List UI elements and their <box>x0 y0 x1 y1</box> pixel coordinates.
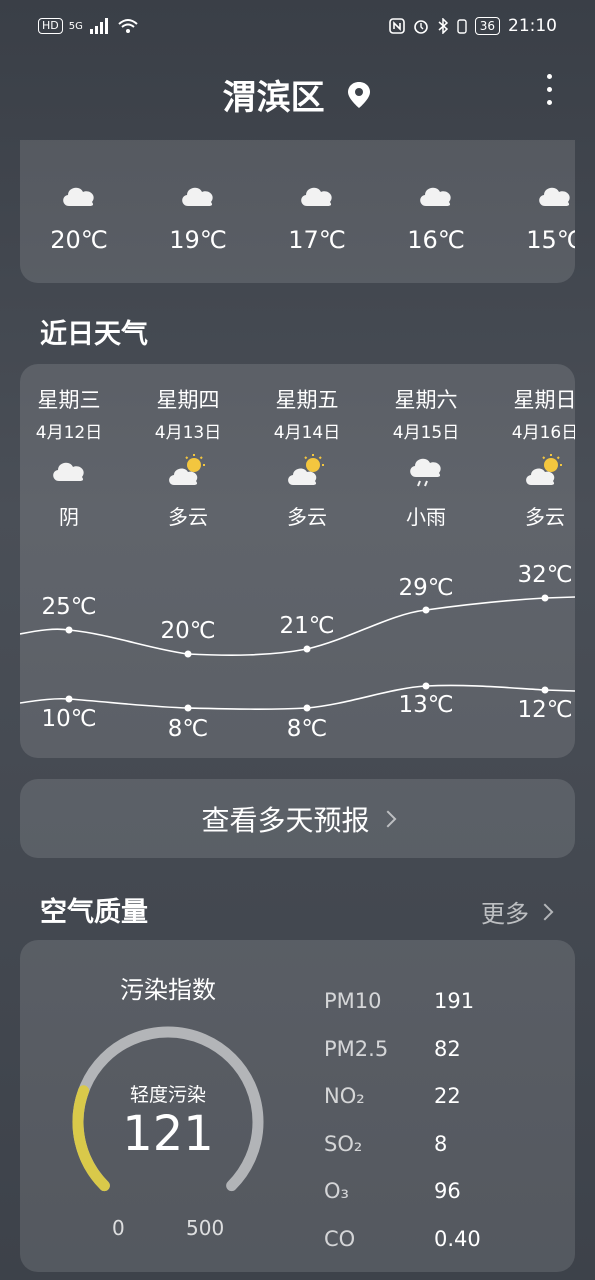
gauge-min-label: 0 <box>112 1216 125 1240</box>
hour-item: 17℃ <box>267 180 367 254</box>
high-temp-label: 29℃ <box>398 575 454 601</box>
daily-section-title: 近日天气 <box>40 319 148 350</box>
cloudy-icon <box>420 187 451 206</box>
multi-day-forecast-button[interactable]: 查看多天预报 <box>20 779 575 858</box>
chevron-right-icon <box>536 903 554 920</box>
cloudy-icon <box>182 187 213 206</box>
pollutant-row: O₃ 96 <box>324 1179 461 1203</box>
wifi-icon <box>118 19 138 33</box>
battery-level: 36 <box>474 17 500 35</box>
bluetooth-icon <box>438 18 448 34</box>
air-quality-title: 空气质量 <box>40 897 148 928</box>
high-temp-label: 20℃ <box>160 618 216 644</box>
pollutant-row: PM10 191 <box>324 989 475 1013</box>
low-temp-label: 8℃ <box>286 716 328 742</box>
hour-item: 15℃ <box>505 180 575 254</box>
temperature-curves <box>20 594 575 712</box>
hour-item: 16℃ <box>386 180 486 254</box>
pollutant-row: CO 0.40 <box>324 1227 481 1251</box>
hd-badge: HD <box>38 18 63 34</box>
clock: 21:10 <box>508 16 557 36</box>
pollutant-row: PM2.5 82 <box>324 1037 461 1061</box>
air-quality-more-link[interactable]: 更多 <box>481 894 554 929</box>
nfc-icon <box>388 18 405 34</box>
page-title: 渭滨区 <box>0 70 595 119</box>
pollutant-row: SO₂ 8 <box>324 1132 448 1156</box>
daily-forecast[interactable]: 星期三 4月12日 阴 星期四 4月13日 多云 星期五 4月14日 多云 星期… <box>20 364 575 758</box>
forecast-button-label: 查看多天预报 <box>201 803 370 837</box>
high-temp-label: 21℃ <box>279 613 335 639</box>
high-temp-label: 32℃ <box>517 562 573 588</box>
phone-battery-icon <box>457 19 467 34</box>
location-name: 渭滨区 <box>222 78 325 118</box>
air-quality-card[interactable]: 污染指数 轻度污染 121 0 500 PM10 191 PM2.5 82 NO₂ 2… <box>20 940 575 1272</box>
low-temp-label: 8℃ <box>167 716 209 742</box>
status-bar: HD 5G 36 21:10 <box>0 0 595 58</box>
hourly-forecast[interactable]: 20℃ 19℃ 17℃ 16℃ 15℃ <box>20 140 575 283</box>
aqi-value: 121 <box>122 1106 214 1162</box>
gauge-max-label: 500 <box>186 1216 225 1240</box>
high-temp-label: 25℃ <box>41 594 97 620</box>
low-temp-label: 12℃ <box>517 697 573 723</box>
alarm-icon <box>413 20 428 34</box>
cloudy-icon <box>63 187 94 206</box>
cloudy-icon <box>301 187 332 206</box>
low-temp-label: 10℃ <box>41 706 97 732</box>
pollution-index-label: 污染指数 <box>120 976 216 1004</box>
signal-icon <box>89 18 108 34</box>
cloudy-icon <box>539 187 570 206</box>
hour-item: 20℃ <box>29 180 129 254</box>
location-pin-icon[interactable] <box>346 80 372 110</box>
more-menu-button[interactable] <box>543 74 555 114</box>
low-temp-label: 13℃ <box>398 692 454 718</box>
hour-item: 19℃ <box>148 180 248 254</box>
chevron-right-icon <box>379 810 396 827</box>
pollution-level: 轻度污染 <box>129 1084 206 1106</box>
pollutant-row: NO₂ 22 <box>324 1084 461 1108</box>
network-label: 5G <box>68 20 83 32</box>
